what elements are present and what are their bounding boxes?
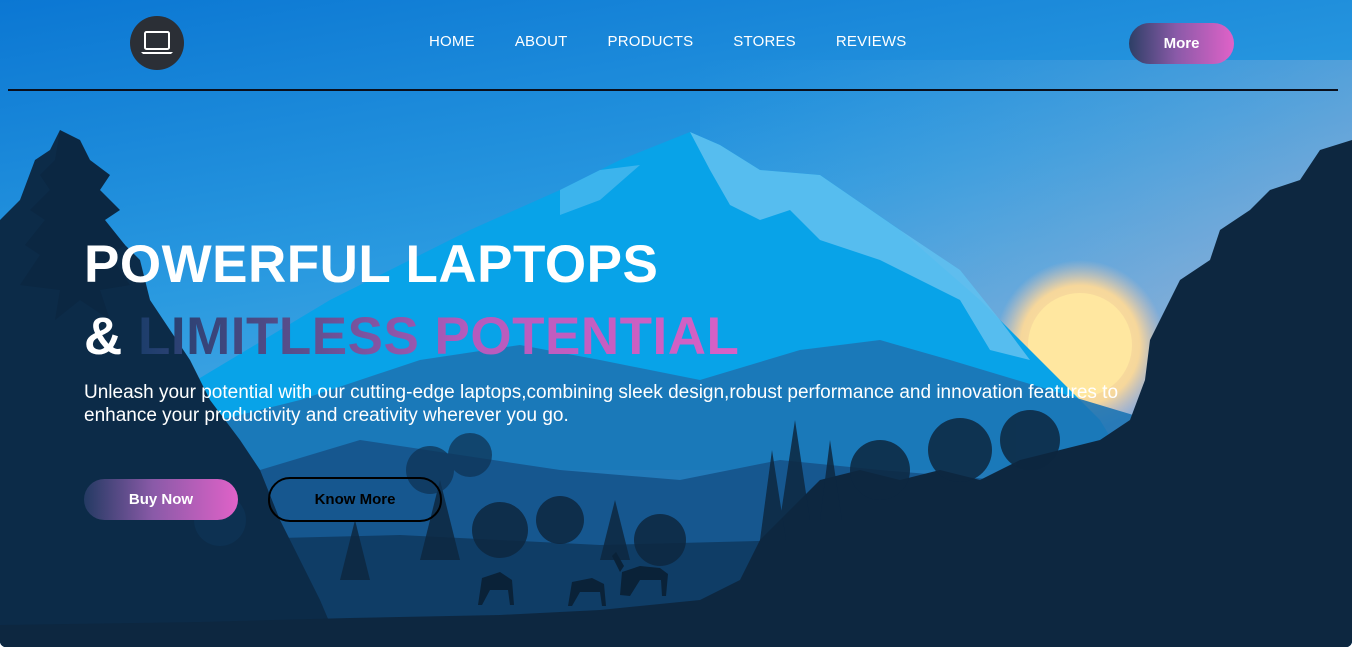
know-more-button[interactable]: Know More [268, 477, 442, 522]
nav-about-link[interactable]: ABOUT [515, 33, 568, 51]
nav-reviews-link[interactable]: REVIEWS [836, 33, 907, 51]
hero-title-line1: POWERFUL LAPTOPS [84, 235, 659, 294]
hero-title-gradient-text: LIMITLESS POTENTIAL [138, 307, 740, 366]
buy-now-button[interactable]: Buy Now [84, 479, 238, 520]
nav-home-link[interactable]: HOME [429, 33, 475, 51]
laptop-icon [141, 31, 173, 54]
nav-stores-link[interactable]: STORES [733, 33, 796, 51]
main-menu: HOME ABOUT PRODUCTS STORES REVIEWS [429, 33, 946, 51]
hero-title-ampersand: & [84, 307, 123, 366]
hero-subtitle: Unleash your potential with our cutting-… [84, 382, 1119, 426]
hero-title-line2: & LIMITLESS POTENTIAL [84, 308, 739, 366]
more-button[interactable]: More [1129, 23, 1234, 64]
logo-button[interactable] [130, 16, 184, 70]
top-navbar: HOME ABOUT PRODUCTS STORES REVIEWS More [0, 0, 1352, 91]
nav-divider [8, 89, 1338, 91]
hero-section: HOME ABOUT PRODUCTS STORES REVIEWS More … [0, 0, 1352, 647]
nav-products-link[interactable]: PRODUCTS [608, 33, 694, 51]
